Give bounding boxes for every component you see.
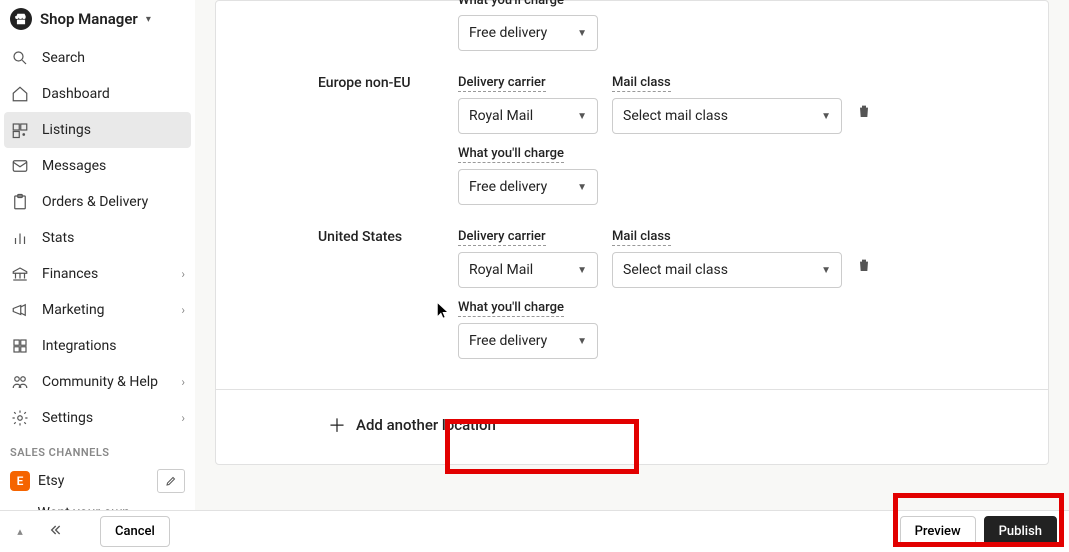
- sidebar-item-stats[interactable]: Stats: [0, 220, 195, 256]
- charge-label: What you'll charge: [458, 0, 564, 9]
- mailclass-select[interactable]: Select mail class ▼: [612, 98, 842, 134]
- sidebar-item-search[interactable]: Search: [0, 40, 195, 76]
- bottom-bar: ▴ Cancel Preview Publish: [0, 510, 1069, 552]
- edit-button[interactable]: [157, 469, 185, 493]
- people-icon: [10, 372, 30, 392]
- add-location-button[interactable]: ＋ Add another location: [318, 406, 506, 444]
- sidebar-item-label: Stats: [42, 230, 74, 246]
- select-value: Royal Mail: [469, 262, 533, 278]
- stats-icon: [10, 228, 30, 248]
- sales-channels-label: SALES CHANNELS: [0, 436, 195, 463]
- mailclass-label: Mail class: [612, 229, 671, 246]
- select-value: Free delivery: [469, 179, 547, 195]
- add-location-label: Add another location: [356, 416, 496, 434]
- sidebar-item-messages[interactable]: Messages: [0, 148, 195, 184]
- chevron-down-icon: ▼: [821, 265, 831, 276]
- gear-icon: [10, 408, 30, 428]
- megaphone-icon: [10, 300, 30, 320]
- sidebar-item-label: Community & Help: [42, 374, 158, 390]
- sidebar-item-integrations[interactable]: Integrations: [0, 328, 195, 364]
- mailclass-label: Mail class: [612, 75, 671, 92]
- chevron-down-icon: ▼: [577, 111, 587, 122]
- shop-icon: [10, 8, 32, 30]
- charge-label: What you'll charge: [458, 300, 564, 317]
- clipboard-icon: [10, 192, 30, 212]
- chevron-down-icon: ▼: [577, 265, 587, 276]
- plus-icon: ＋: [328, 412, 346, 438]
- sidebar-item-label: Finances: [42, 266, 98, 282]
- sidebar-item-label: Listings: [42, 122, 91, 138]
- home-icon: [10, 84, 30, 104]
- charge-label: What you'll charge: [458, 146, 564, 163]
- search-icon: [10, 48, 30, 68]
- etsy-badge: E: [10, 471, 30, 491]
- caret-up-icon[interactable]: ▴: [0, 525, 40, 538]
- delete-region-button[interactable]: [856, 257, 876, 277]
- chevron-right-icon: ›: [181, 411, 185, 425]
- sidebar-item-orders[interactable]: Orders & Delivery: [0, 184, 195, 220]
- select-value: Royal Mail: [469, 108, 533, 124]
- mailclass-select[interactable]: Select mail class ▼: [612, 252, 842, 288]
- grid-icon: [10, 336, 30, 356]
- region-title: United States: [318, 229, 402, 245]
- sidebar-item-marketing[interactable]: Marketing ›: [0, 292, 195, 328]
- carrier-label: Delivery carrier: [458, 229, 546, 246]
- chevron-right-icon: ›: [181, 375, 185, 389]
- chevron-down-icon: ▼: [577, 182, 587, 193]
- charge-select[interactable]: Free delivery ▼: [458, 15, 598, 51]
- sidebar-item-label: Settings: [42, 410, 93, 426]
- collapse-sidebar-button[interactable]: [40, 522, 70, 542]
- chevron-down-icon: ▼: [577, 28, 587, 39]
- preview-button[interactable]: Preview: [900, 516, 976, 547]
- chevron-down-icon: ▾: [146, 14, 151, 25]
- select-value: Select mail class: [623, 108, 728, 124]
- sidebar-item-finances[interactable]: Finances ›: [0, 256, 195, 292]
- sidebar-item-label: Search: [42, 50, 85, 66]
- sidebar-item-label: Orders & Delivery: [42, 194, 148, 210]
- carrier-label: Delivery carrier: [458, 75, 546, 92]
- sidebar-item-community[interactable]: Community & Help ›: [0, 364, 195, 400]
- region-title: Europe non-EU: [318, 75, 411, 91]
- sidebar: Shop Manager ▾ Search Dashboard Listings…: [0, 0, 195, 510]
- header-title: Shop Manager: [40, 10, 138, 28]
- delete-region-button[interactable]: [856, 103, 876, 123]
- carrier-select[interactable]: Royal Mail ▼: [458, 252, 598, 288]
- bank-icon: [10, 264, 30, 284]
- charge-select[interactable]: Free delivery ▼: [458, 323, 598, 359]
- chevron-right-icon: ›: [181, 267, 185, 281]
- sidebar-item-label: Dashboard: [42, 86, 110, 102]
- sidebar-item-listings[interactable]: Listings: [4, 112, 191, 148]
- sidebar-item-label: Marketing: [42, 302, 105, 318]
- mail-icon: [10, 156, 30, 176]
- sidebar-item-settings[interactable]: Settings ›: [0, 400, 195, 436]
- channel-etsy[interactable]: E Etsy: [0, 463, 195, 499]
- channel-label: Etsy: [38, 473, 64, 489]
- chevron-down-icon: ▼: [821, 111, 831, 122]
- sidebar-item-label: Integrations: [42, 338, 116, 354]
- select-value: Free delivery: [469, 333, 547, 349]
- carrier-select[interactable]: Royal Mail ▼: [458, 98, 598, 134]
- chevron-down-icon: ▼: [577, 336, 587, 347]
- publish-button[interactable]: Publish: [984, 516, 1057, 547]
- sidebar-item-dashboard[interactable]: Dashboard: [0, 76, 195, 112]
- sidebar-item-label: Messages: [42, 158, 106, 174]
- main-content: What you'll charge Free delivery ▼ Europ…: [195, 0, 1069, 510]
- listings-icon: [10, 120, 30, 140]
- channel-pattern[interactable]: P Want your own website? Learn more abou…: [0, 499, 195, 510]
- select-value: Free delivery: [469, 25, 547, 41]
- charge-select[interactable]: Free delivery ▼: [458, 169, 598, 205]
- select-value: Select mail class: [623, 262, 728, 278]
- chevron-right-icon: ›: [181, 303, 185, 317]
- cancel-button[interactable]: Cancel: [100, 516, 170, 547]
- shop-manager-header[interactable]: Shop Manager ▾: [0, 0, 195, 40]
